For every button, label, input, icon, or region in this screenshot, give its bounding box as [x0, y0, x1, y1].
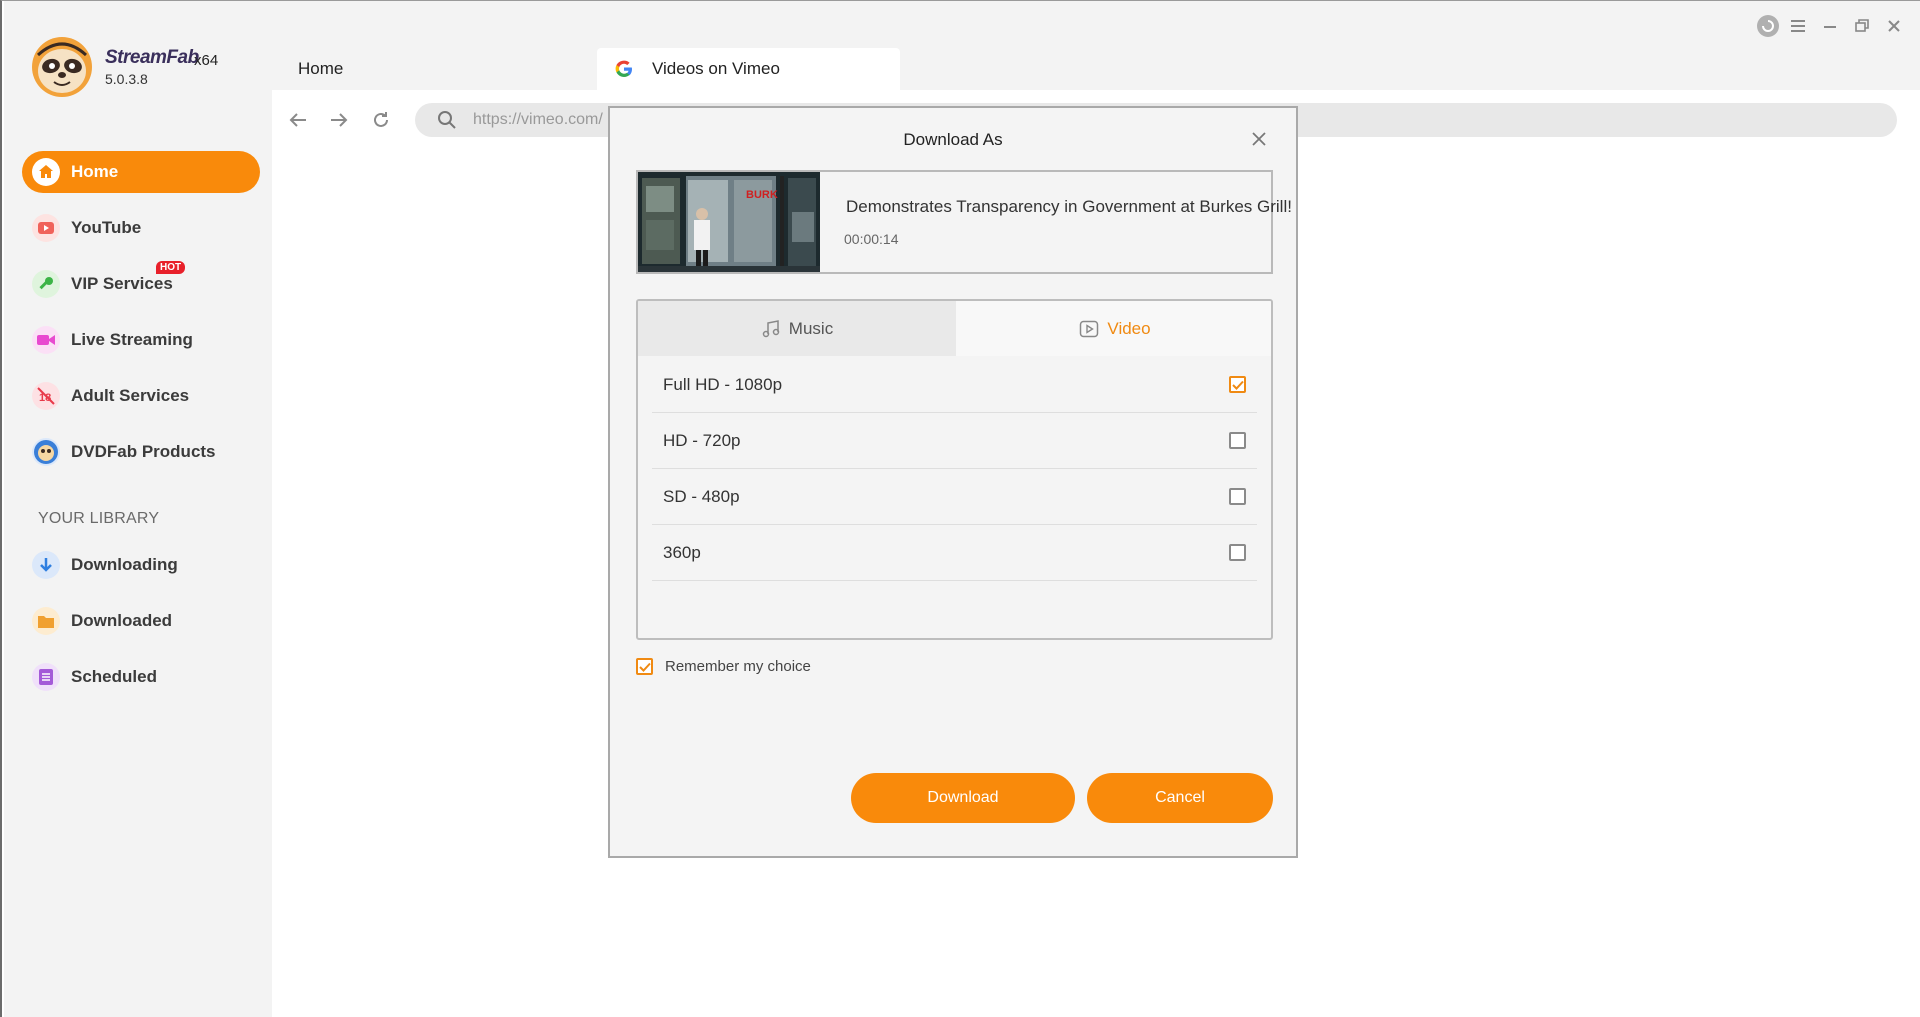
download-button[interactable]: Download — [851, 773, 1075, 823]
youtube-icon — [32, 214, 60, 242]
video-info-card: BURK Demonstrates Transparency in Govern… — [636, 170, 1292, 274]
streamfab-logo-icon — [32, 37, 92, 97]
menu-icon[interactable] — [1785, 14, 1811, 38]
app-name: StreamFab — [105, 47, 199, 68]
sidebar-item-downloaded[interactable]: Downloaded — [22, 600, 260, 642]
google-icon — [615, 60, 632, 77]
quality-option-720p[interactable]: HD - 720p — [652, 413, 1257, 469]
quality-checkbox[interactable] — [1229, 432, 1246, 449]
dialog-close-icon[interactable] — [1248, 128, 1270, 150]
sidebar-item-label: DVDFab Products — [71, 442, 216, 461]
library-section-title: YOUR LIBRARY — [38, 510, 160, 527]
dialog-title: Download As — [903, 130, 1003, 149]
minimize-icon[interactable] — [1818, 14, 1842, 38]
tab-home-label: Home — [298, 59, 344, 78]
video-duration: 00:00:14 — [844, 231, 899, 247]
sidebar-item-label: Downloading — [71, 555, 178, 574]
search-icon — [438, 111, 456, 129]
download-arrow-icon — [32, 551, 60, 579]
sidebar-item-label: Adult Services — [71, 386, 190, 405]
svg-text:BURK: BURK — [746, 189, 778, 201]
no-18-icon: 18 — [32, 382, 60, 410]
forward-arrow-icon[interactable] — [326, 107, 352, 133]
sidebar-item-vip-services[interactable]: VIP Services HOT — [22, 261, 260, 305]
key-icon — [32, 270, 60, 298]
tab-video-label: Video — [1107, 318, 1151, 338]
sidebar-item-scheduled[interactable]: Scheduled — [22, 656, 260, 698]
sidebar-item-label: YouTube — [71, 218, 142, 237]
tab-videos-on-vimeo[interactable]: Videos on Vimeo — [597, 48, 900, 90]
refresh-icon[interactable] — [368, 107, 394, 133]
camera-icon — [32, 326, 60, 354]
remember-checkbox[interactable] — [636, 658, 653, 675]
hot-badge: HOT — [156, 261, 186, 274]
folder-icon — [32, 607, 60, 635]
remember-choice[interactable]: Remember my choice — [636, 658, 811, 675]
back-arrow-icon[interactable] — [285, 107, 311, 133]
music-note-icon — [762, 319, 780, 337]
sidebar-item-label: Downloaded — [71, 611, 173, 630]
quality-option-1080p[interactable]: Full HD - 1080p — [652, 357, 1257, 413]
app-arch: x64 — [194, 52, 219, 69]
sidebar-item-downloading[interactable]: Downloading — [22, 544, 260, 586]
sidebar: StreamFab x64 5.0.3.8 Home YouTube VIP S… — [4, 1, 272, 1017]
sidebar-item-adult-services[interactable]: 18 Adult Services — [22, 375, 260, 417]
app-version: 5.0.3.8 — [105, 71, 148, 87]
cancel-button[interactable]: Cancel — [1087, 773, 1273, 823]
sync-icon[interactable] — [1755, 14, 1781, 38]
app-window: StreamFab x64 5.0.3.8 Home YouTube VIP S… — [0, 0, 1920, 1017]
sidebar-item-home[interactable]: Home — [22, 151, 260, 193]
list-icon — [32, 663, 60, 691]
quality-label: SD - 480p — [663, 486, 740, 506]
remember-label: Remember my choice — [665, 658, 811, 675]
download-as-dialog: Download As BURK Demonstrates Transparen… — [608, 106, 1298, 858]
sidebar-item-dvdfab-products[interactable]: DVDFab Products — [22, 431, 260, 473]
video-thumbnail: BURK — [638, 172, 820, 272]
quality-label: HD - 720p — [663, 430, 741, 450]
quality-label: Full HD - 1080p — [663, 374, 783, 394]
quality-checkbox[interactable] — [1229, 488, 1246, 505]
video-title: Demonstrates Transparency in Government … — [846, 197, 1292, 216]
tab-bar: Home Videos on Vimeo — [272, 1, 1920, 90]
quality-checkbox[interactable] — [1229, 544, 1246, 561]
quality-option-480p[interactable]: SD - 480p — [652, 469, 1257, 525]
tab-home[interactable]: Home — [298, 48, 598, 90]
sidebar-item-label: Scheduled — [71, 667, 157, 686]
tab-active-label: Videos on Vimeo — [652, 59, 780, 78]
home-icon — [32, 158, 60, 186]
quality-option-360p[interactable]: 360p — [652, 525, 1257, 581]
video-play-icon — [1080, 320, 1099, 337]
sidebar-item-label: VIP Services — [71, 274, 173, 293]
quality-checkbox[interactable] — [1229, 376, 1246, 393]
sidebar-item-youtube[interactable]: YouTube — [22, 207, 260, 249]
close-icon[interactable] — [1882, 14, 1906, 38]
restore-icon[interactable] — [1850, 14, 1874, 38]
sidebar-item-live-streaming[interactable]: Live Streaming — [22, 319, 260, 361]
quality-label: 360p — [663, 542, 701, 562]
tab-video[interactable]: Video — [956, 301, 1271, 356]
sidebar-item-label: Home — [71, 162, 119, 181]
tab-music-label: Music — [788, 318, 834, 338]
tab-music[interactable]: Music — [638, 301, 956, 356]
format-selector: Music Video Full HD - 1080p HD - 720p SD… — [636, 299, 1273, 640]
sidebar-item-label: Live Streaming — [71, 330, 193, 349]
dvdfab-icon — [32, 438, 60, 466]
